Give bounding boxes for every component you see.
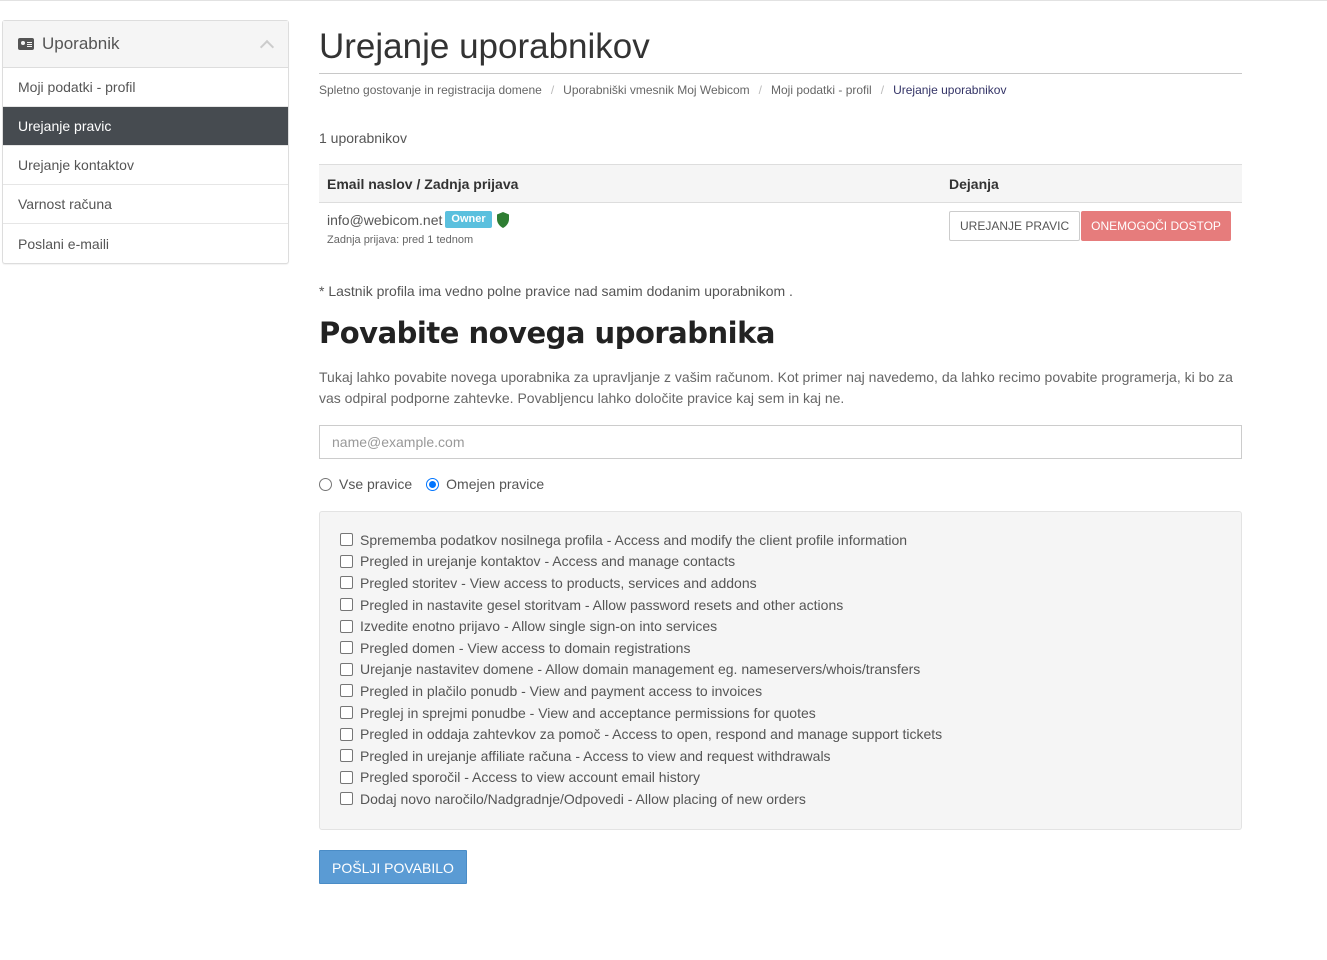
permission-item[interactable]: Pregled in urejanje affiliate računa - A…: [340, 745, 1241, 767]
user-count: 1 uporabnikov: [319, 130, 407, 146]
chevron-up-icon[interactable]: [259, 39, 275, 55]
permissions-list: Sprememba podatkov nosilnega profila - A…: [319, 511, 1242, 830]
breadcrumb-separator: /: [550, 83, 555, 97]
permission-label[interactable]: Pregled domen - View access to domain re…: [360, 640, 690, 656]
permission-label[interactable]: Sprememba podatkov nosilnega profila - A…: [360, 532, 907, 548]
checkbox[interactable]: [340, 641, 353, 655]
permission-label[interactable]: Preglej in sprejmi ponudbe - View and ac…: [360, 705, 816, 721]
breadcrumb-separator: /: [758, 83, 763, 97]
checkbox[interactable]: [340, 727, 353, 741]
checkbox[interactable]: [340, 662, 353, 676]
permission-label[interactable]: Pregled in nastavite gesel storitvam - A…: [360, 597, 843, 613]
top-border: [0, 0, 1327, 1]
checkbox[interactable]: [340, 533, 353, 547]
invite-title: Povabite novega uporabnika: [319, 316, 775, 350]
main-content: Urejanje uporabnikov Spletno gostovanje …: [319, 20, 1242, 884]
sidebar-item-permissions[interactable]: Urejanje pravic: [3, 107, 288, 146]
radio-limited-permissions[interactable]: [426, 477, 440, 491]
permission-item[interactable]: Pregled in plačilo ponudb - View and pay…: [340, 680, 1241, 702]
sidebar-title: Uporabnik: [42, 34, 120, 53]
disable-access-button[interactable]: ONEMOGOČI DOSTOP: [1081, 211, 1231, 241]
user-email: info@webicom.net: [327, 211, 443, 228]
checkbox[interactable]: [340, 706, 353, 720]
table-row: info@webicom.net Owner Zadnja prijava: p…: [319, 203, 1242, 259]
permission-label[interactable]: Pregled in oddaja zahtevkov za pomoč - A…: [360, 726, 942, 742]
breadcrumb-item[interactable]: Moji podatki - profil: [771, 83, 872, 97]
send-invite-button[interactable]: POŠLJI POVABILO: [319, 850, 467, 884]
permission-item[interactable]: Pregled sporočil - Access to view accoun…: [340, 767, 1241, 789]
permission-item[interactable]: Dodaj novo naročilo/Nadgradnje/Odpovedi …: [340, 788, 1241, 810]
permission-item[interactable]: Pregled in urejanje kontaktov - Access a…: [340, 551, 1241, 573]
sidebar-item-emails[interactable]: Poslani e-maili: [3, 224, 288, 263]
permission-item[interactable]: Pregled domen - View access to domain re…: [340, 637, 1241, 659]
permission-label[interactable]: Pregled in urejanje kontaktov - Access a…: [360, 553, 735, 569]
checkbox[interactable]: [340, 749, 353, 763]
permission-label[interactable]: Pregled in urejanje affiliate računa - A…: [360, 748, 831, 764]
sidebar-header[interactable]: Uporabnik: [3, 21, 288, 68]
sidebar: Uporabnik Moji podatki - profil Urejanje…: [2, 20, 289, 264]
last-login: Zadnja prijava: pred 1 tednom: [327, 234, 474, 246]
sidebar-item-profile[interactable]: Moji podatki - profil: [3, 68, 288, 107]
checkbox[interactable]: [340, 684, 353, 698]
breadcrumb: Spletno gostovanje in registracija domen…: [319, 83, 1242, 97]
radio-all-permissions[interactable]: [319, 477, 332, 491]
permission-label[interactable]: Izvedite enotno prijavo - Allow single s…: [360, 618, 717, 634]
user-cell: info@webicom.net Owner Zadnja prijava: p…: [319, 203, 941, 259]
permission-label[interactable]: Dodaj novo naročilo/Nadgradnje/Odpovedi …: [360, 791, 806, 807]
shield-icon: [496, 211, 509, 228]
edit-permissions-button[interactable]: UREJANJE PRAVIC: [949, 211, 1081, 241]
sidebar-item-security[interactable]: Varnost računa: [3, 185, 288, 224]
checkbox[interactable]: [340, 770, 353, 784]
breadcrumb-separator: /: [880, 83, 885, 97]
sidebar-item-contacts[interactable]: Urejanje kontaktov: [3, 146, 288, 185]
permission-label[interactable]: Pregled in plačilo ponudb - View and pay…: [360, 683, 762, 699]
checkbox[interactable]: [340, 792, 353, 806]
owner-note: * Lastnik profila ima vedno polne pravic…: [319, 283, 793, 299]
radio-limited-label[interactable]: Omejen pravice: [446, 476, 544, 492]
checkbox[interactable]: [340, 576, 353, 590]
checkbox[interactable]: [340, 619, 353, 633]
email-field[interactable]: [319, 425, 1242, 459]
breadcrumb-item[interactable]: Spletno gostovanje in registracija domen…: [319, 83, 542, 97]
column-header-actions: Dejanja: [941, 164, 1242, 203]
permission-item[interactable]: Sprememba podatkov nosilnega profila - A…: [340, 529, 1241, 551]
column-header-email: Email naslov / Zadnja prijava: [319, 164, 941, 203]
permission-item[interactable]: Pregled in nastavite gesel storitvam - A…: [340, 594, 1241, 616]
permission-item[interactable]: Urejanje nastavitev domene - Allow domai…: [340, 659, 1241, 681]
breadcrumb-item[interactable]: Uporabniški vmesnik Moj Webicom: [563, 83, 750, 97]
permission-mode: Vse pravice Omejen pravice: [319, 476, 558, 492]
owner-badge: Owner: [445, 211, 492, 228]
checkbox[interactable]: [340, 598, 353, 612]
permission-label[interactable]: Pregled sporočil - Access to view accoun…: [360, 769, 700, 785]
permission-item[interactable]: Preglej in sprejmi ponudbe - View and ac…: [340, 702, 1241, 724]
actions-cell: UREJANJE PRAVIC ONEMOGOČI DOSTOP: [941, 203, 1242, 259]
id-card-icon: [18, 38, 34, 50]
page-title: Urejanje uporabnikov: [319, 20, 1242, 74]
permission-label[interactable]: Urejanje nastavitev domene - Allow domai…: [360, 661, 920, 677]
permission-label[interactable]: Pregled storitev - View access to produc…: [360, 575, 757, 591]
users-table: Email naslov / Zadnja prijava Dejanja in…: [319, 164, 1242, 259]
invite-description: Tukaj lahko povabite novega uporabnika z…: [319, 369, 1233, 406]
checkbox[interactable]: [340, 554, 353, 568]
breadcrumb-current: Urejanje uporabnikov: [893, 83, 1007, 97]
permission-item[interactable]: Pregled in oddaja zahtevkov za pomoč - A…: [340, 723, 1241, 745]
permission-item[interactable]: Izvedite enotno prijavo - Allow single s…: [340, 615, 1241, 637]
permission-item[interactable]: Pregled storitev - View access to produc…: [340, 572, 1241, 594]
radio-all-label[interactable]: Vse pravice: [339, 476, 412, 492]
